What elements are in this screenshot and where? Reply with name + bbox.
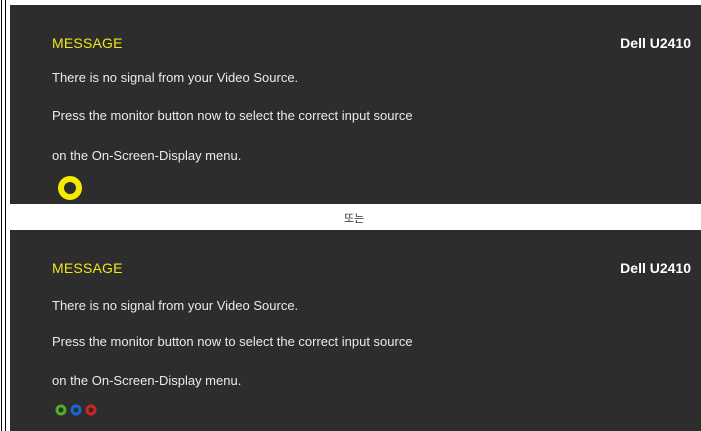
osd-title: MESSAGE bbox=[52, 260, 123, 276]
osd-title: MESSAGE bbox=[52, 35, 123, 51]
message-line-2: Press the monitor button now to select t… bbox=[52, 334, 413, 349]
message-line-3: on the On-Screen-Display menu. bbox=[52, 148, 242, 163]
left-border-line-inner bbox=[5, 0, 6, 431]
message-line-2: Press the monitor button now to select t… bbox=[52, 108, 413, 123]
left-border-line bbox=[1, 0, 2, 431]
rgb-dots-icon bbox=[55, 404, 97, 416]
message-line-1: There is no signal from your Video Sourc… bbox=[52, 298, 299, 313]
page-frame: MESSAGE Dell U2410 There is no signal fr… bbox=[0, 0, 701, 431]
monitor-model: Dell U2410 bbox=[620, 35, 691, 51]
yellow-ring-icon bbox=[58, 176, 82, 200]
or-separator-text: 또는 bbox=[344, 212, 365, 225]
osd-message-panel-1: MESSAGE Dell U2410 There is no signal fr… bbox=[10, 5, 701, 204]
message-line-1: There is no signal from your Video Sourc… bbox=[52, 70, 299, 85]
osd-message-panel-2: MESSAGE Dell U2410 There is no signal fr… bbox=[10, 230, 701, 431]
message-line-3: on the On-Screen-Display menu. bbox=[52, 373, 242, 388]
monitor-model: Dell U2410 bbox=[620, 260, 691, 276]
